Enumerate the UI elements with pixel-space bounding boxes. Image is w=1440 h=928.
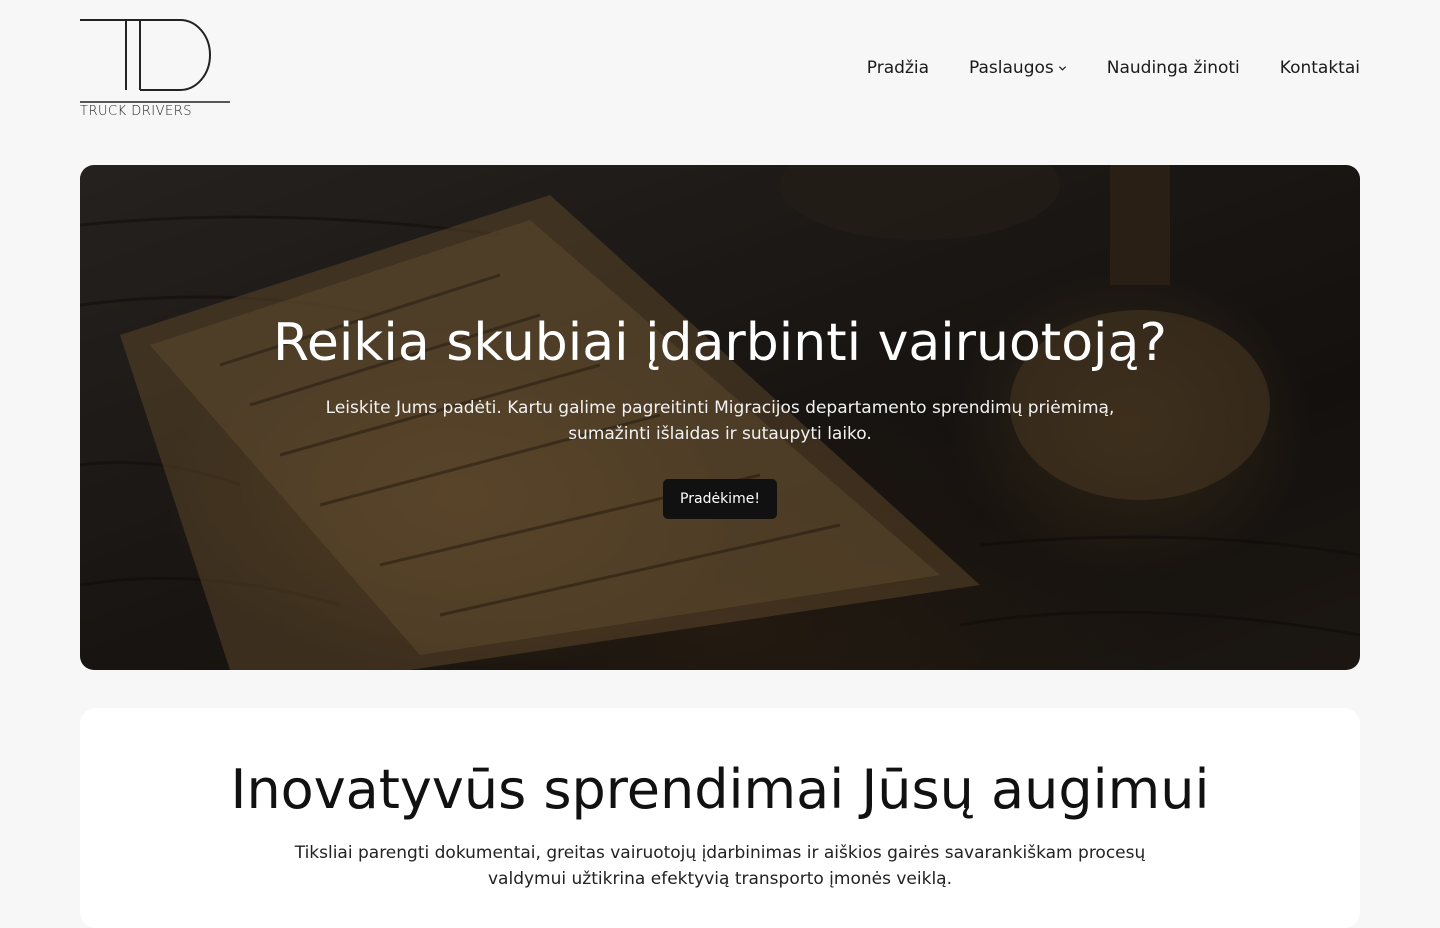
nav-item-naudinga-zinoti[interactable]: Naudinga žinoti: [1107, 58, 1240, 78]
nav-item-pradzia[interactable]: Pradžia: [867, 58, 929, 78]
intro-section: Inovatyvūs sprendimai Jūsų augimui Tiksl…: [80, 708, 1360, 928]
logo[interactable]: TRUCK DRIVERS: [80, 18, 232, 122]
hero-banner: Reikia skubiai įdarbinti vairuotoją? Lei…: [80, 165, 1360, 670]
nav-item-label: Paslaugos: [969, 58, 1054, 78]
main-nav: Pradžia Paslaugos Naudinga žinoti Kontak…: [867, 58, 1360, 78]
section-title: Inovatyvūs sprendimai Jūsų augimui: [230, 758, 1210, 821]
hero-subtitle: Leiskite Jums padėti. Kartu galime pagre…: [325, 398, 1115, 444]
nav-item-label: Kontaktai: [1279, 58, 1360, 78]
cta-button[interactable]: Pradėkime!: [663, 479, 777, 519]
nav-item-label: Pradžia: [866, 58, 930, 78]
section-text: Tiksliai parengti dokumentai, greitas va…: [294, 843, 1146, 889]
nav-item-kontaktai[interactable]: Kontaktai: [1280, 58, 1360, 78]
site-header: TRUCK DRIVERS Pradžia Paslaugos Naudinga…: [0, 0, 1440, 140]
logo-text: TRUCK DRIVERS: [80, 104, 192, 119]
hero-title: Reikia skubiai įdarbinti vairuotoją?: [273, 313, 1167, 373]
nav-item-paslaugos[interactable]: Paslaugos: [969, 58, 1067, 78]
logo-mark: [80, 19, 230, 103]
nav-item-label: Naudinga žinoti: [1106, 58, 1240, 78]
chevron-down-icon: [1058, 65, 1066, 71]
